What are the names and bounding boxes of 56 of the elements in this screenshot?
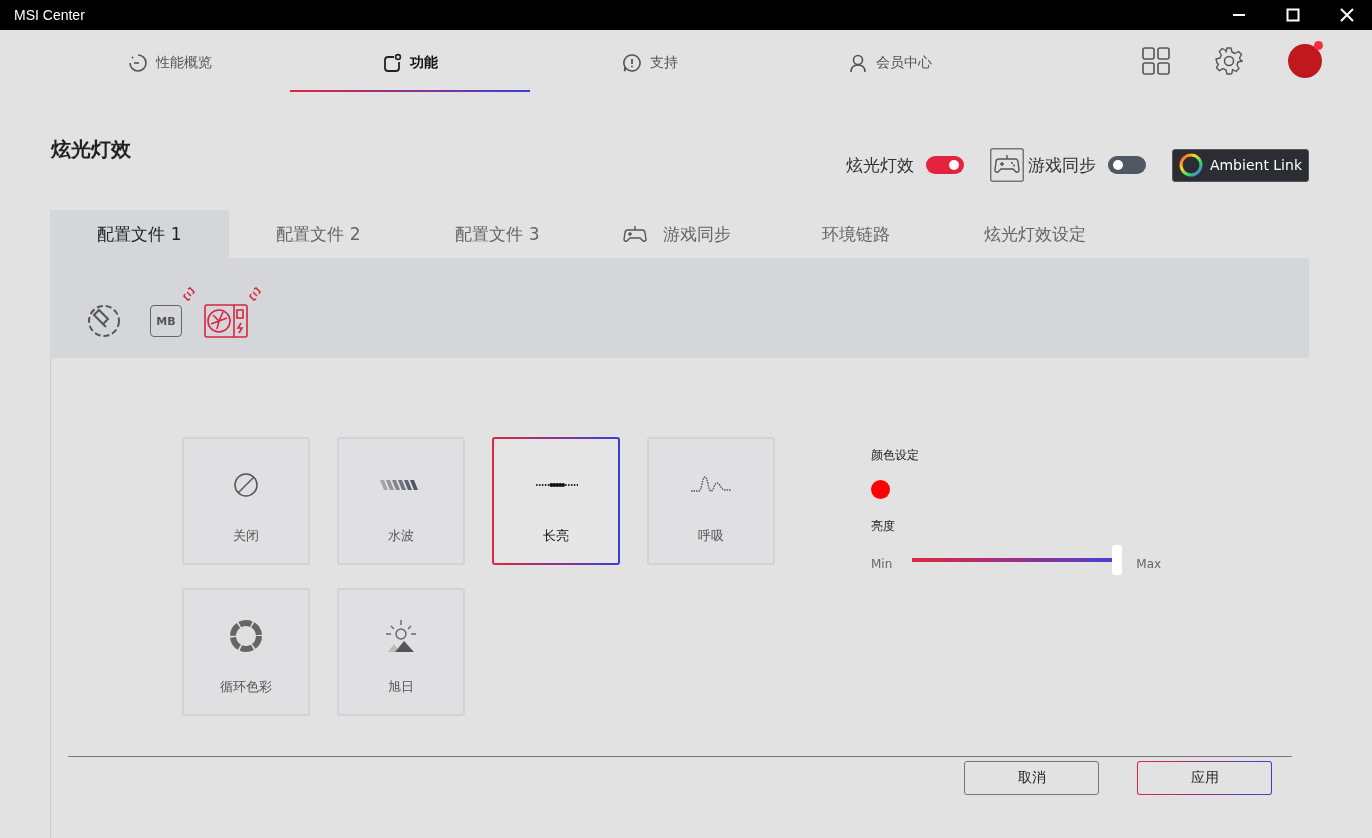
min-label: Min [871,557,893,571]
color-swatch[interactable] [871,480,890,499]
avatar[interactable] [1288,44,1322,78]
ambient-link-button[interactable]: Ambient Link [1171,148,1309,182]
effect-card[interactable]: 呼吸 [647,437,775,565]
section-title: 炫光灯效 [51,136,131,163]
gauge-icon [128,52,148,73]
toggle-switch[interactable] [925,156,964,174]
profile-tab[interactable]: 炫光灯效设定 [945,210,1124,258]
color-setting-label: 颜色设定 [871,447,919,464]
motherboard-icon: MB [150,305,182,337]
link-icon [248,287,262,301]
nav-tab[interactable]: 功能 [290,33,530,92]
cancel-button[interactable]: 取消 [964,761,1099,795]
close-icon[interactable] [1340,8,1354,22]
max-label: Max [1136,557,1162,571]
profile-tab[interactable]: 游戏同步 [587,210,766,258]
maximize-icon[interactable] [1286,8,1300,22]
user-icon [848,52,868,73]
switch-label: 游戏同步 [1027,153,1096,177]
device-button[interactable]: MB [144,287,196,341]
brightness-slider[interactable] [909,545,1120,575]
wave-icon [690,475,732,495]
effect-card[interactable]: 循环色彩 [182,588,310,716]
dotted-line-icon [534,481,578,489]
switch-label: 炫光灯效 [845,153,914,177]
slider-thumb[interactable] [1112,545,1123,575]
link-circle-icon [86,303,122,339]
window-title: MSI Center [14,7,85,23]
gamepad-icon [989,148,1024,182]
effect-card[interactable]: 长亮 [492,437,620,565]
ring-logo-icon [1178,153,1203,177]
nav-tab[interactable]: 支持 [530,33,770,92]
settings-icon[interactable] [1214,46,1244,76]
device-button[interactable] [204,287,262,341]
brightness-label: 亮度 [871,518,895,535]
nav-tab[interactable]: 会员中心 [770,33,1010,92]
grid-icon[interactable] [1142,47,1170,75]
rounded-square-icon [382,52,402,73]
fan-icon [204,304,248,338]
effect-card[interactable]: 水波 [337,437,465,565]
profile-tab[interactable]: 配置文件 3 [408,210,587,258]
link-icon [182,287,196,301]
effect-card[interactable]: 关闭 [182,437,310,565]
apply-button[interactable]: 应用 [1137,761,1272,795]
profile-tab[interactable]: 配置文件 1 [50,210,229,258]
profile-tab[interactable]: 配置文件 2 [229,210,408,258]
sunrise-icon [385,618,417,654]
effect-card[interactable]: 旭日 [337,588,465,716]
nav-tab[interactable]: 性能概览 [50,33,290,92]
gamepad-icon [622,225,647,243]
profile-tab[interactable]: 环境链路 [766,210,945,258]
ring-icon [229,619,263,653]
toggle-switch[interactable] [1107,156,1146,174]
prohibited-icon [233,472,259,498]
speech-bubble-icon [622,52,642,73]
